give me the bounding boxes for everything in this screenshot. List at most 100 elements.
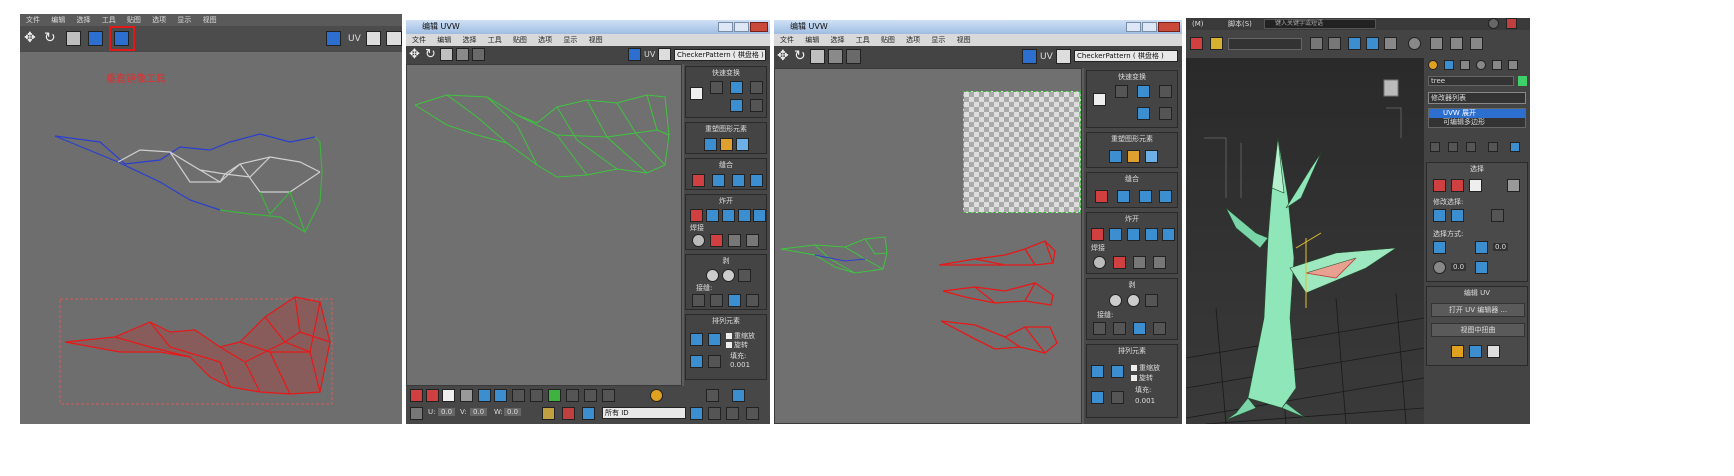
explode-a-icon[interactable] bbox=[690, 209, 703, 222]
peel-b-icon[interactable] bbox=[722, 269, 735, 282]
menu-options[interactable]: 选项 bbox=[152, 16, 166, 24]
relax-icon[interactable] bbox=[1127, 150, 1140, 163]
menu-edit[interactable]: 编辑 bbox=[805, 36, 819, 44]
uv-viewport[interactable] bbox=[774, 68, 1082, 424]
weld-b-icon[interactable] bbox=[1113, 256, 1126, 269]
move-icon[interactable]: ✥ bbox=[24, 31, 39, 46]
padding-value[interactable]: 0.001 bbox=[1135, 397, 1155, 405]
snap-icon[interactable] bbox=[732, 389, 745, 402]
remove-modifier-icon[interactable] bbox=[1488, 142, 1498, 152]
arrange-b-icon[interactable] bbox=[708, 333, 721, 346]
zoom-icon[interactable] bbox=[708, 407, 721, 420]
menu-display[interactable]: 显示 bbox=[563, 36, 577, 44]
select-poly-icon[interactable] bbox=[442, 389, 455, 402]
selection-set-dropdown[interactable] bbox=[1228, 38, 1302, 50]
rotate-checkbox[interactable] bbox=[1131, 375, 1137, 381]
flatten-icon[interactable] bbox=[736, 138, 749, 151]
object-name-field[interactable]: tree bbox=[1428, 76, 1514, 86]
explode-a-icon[interactable] bbox=[1091, 228, 1104, 241]
arrange-c-icon[interactable] bbox=[1091, 391, 1104, 404]
rescale-checkbox[interactable] bbox=[726, 333, 732, 339]
rescale-checkbox[interactable] bbox=[1131, 365, 1137, 371]
arrange-a-icon[interactable] bbox=[690, 333, 703, 346]
close-button[interactable] bbox=[750, 22, 768, 32]
id-filter-dropdown[interactable]: 所有 ID bbox=[602, 407, 686, 419]
select-element-icon[interactable] bbox=[460, 389, 473, 402]
modifier-list-dropdown[interactable]: 修改器列表 bbox=[1428, 92, 1526, 104]
menu-edit[interactable]: 编辑 bbox=[437, 36, 451, 44]
poly-select-icon[interactable] bbox=[1469, 179, 1482, 192]
align-map-icon[interactable] bbox=[1487, 345, 1500, 358]
uv-channel-icon[interactable] bbox=[326, 31, 341, 46]
rotate-icon[interactable]: ↻ bbox=[794, 48, 806, 64]
menu-options[interactable]: 选项 bbox=[906, 36, 920, 44]
render-setup-icon[interactable] bbox=[1430, 37, 1443, 50]
grow-icon[interactable] bbox=[478, 389, 491, 402]
seam-b-icon[interactable] bbox=[1113, 322, 1126, 335]
stack-item-editable-poly[interactable]: 可编辑多边形 bbox=[1429, 118, 1525, 127]
peel-a-icon[interactable] bbox=[1109, 294, 1122, 307]
peel-a-icon[interactable] bbox=[706, 269, 719, 282]
layer-icon[interactable] bbox=[1348, 37, 1361, 50]
undo-icon[interactable] bbox=[1190, 37, 1203, 50]
quick-planar-icon[interactable] bbox=[1451, 345, 1464, 358]
scale-icon[interactable] bbox=[810, 49, 825, 64]
edge-select-icon[interactable] bbox=[1451, 179, 1464, 192]
peel-c-icon[interactable] bbox=[1145, 294, 1158, 307]
rotate-neg-icon[interactable] bbox=[1137, 107, 1150, 120]
show-end-icon[interactable] bbox=[1448, 142, 1458, 152]
brush-icon[interactable] bbox=[562, 407, 575, 420]
lock-icon[interactable] bbox=[584, 389, 597, 402]
close-icon[interactable] bbox=[1506, 18, 1517, 29]
minimize-button[interactable] bbox=[1126, 22, 1141, 32]
straighten-icon[interactable] bbox=[704, 138, 717, 151]
w-value[interactable]: 0.0 bbox=[504, 408, 522, 416]
menu-edit[interactable]: 编辑 bbox=[51, 16, 65, 24]
seam-c-icon[interactable] bbox=[728, 294, 741, 307]
ignore-backface-icon[interactable] bbox=[1475, 241, 1488, 254]
modify-tab-icon[interactable] bbox=[1444, 60, 1454, 70]
weld-c-icon[interactable] bbox=[1133, 256, 1146, 269]
mirror-icon[interactable] bbox=[846, 49, 861, 64]
xy-icon[interactable] bbox=[706, 389, 719, 402]
rotate-icon[interactable]: ↻ bbox=[44, 31, 59, 46]
explode-d-icon[interactable] bbox=[738, 209, 751, 222]
shrink-icon[interactable] bbox=[494, 389, 507, 402]
weld-b-icon[interactable] bbox=[710, 234, 723, 247]
freeform-icon[interactable] bbox=[456, 48, 469, 61]
explode-b-icon[interactable] bbox=[1109, 228, 1122, 241]
stitch-d-icon[interactable] bbox=[1159, 190, 1172, 203]
sew-icon[interactable] bbox=[1475, 261, 1488, 274]
help-icon[interactable] bbox=[1488, 18, 1499, 29]
menu-file[interactable]: 文件 bbox=[26, 16, 40, 24]
soft-select-icon[interactable] bbox=[548, 389, 561, 402]
select-edge-icon[interactable] bbox=[426, 389, 439, 402]
explode-e-icon[interactable] bbox=[1162, 228, 1175, 241]
quick-transform-icon[interactable] bbox=[690, 87, 703, 100]
pin-stack-icon[interactable] bbox=[1430, 142, 1440, 152]
menu-select[interactable]: 选择 bbox=[76, 16, 90, 24]
rotate-neg-icon[interactable] bbox=[730, 99, 743, 112]
menu-options[interactable]: 选项 bbox=[538, 36, 552, 44]
stitch-c-icon[interactable] bbox=[1139, 190, 1152, 203]
scale-icon[interactable] bbox=[66, 31, 81, 46]
align-v-icon[interactable] bbox=[1159, 107, 1172, 120]
menu-mapping[interactable]: 贴图 bbox=[127, 16, 141, 24]
tweak-in-view-button[interactable]: 视图中扭曲 bbox=[1431, 323, 1525, 337]
list-icon[interactable] bbox=[1056, 49, 1071, 64]
straighten-icon[interactable] bbox=[1109, 150, 1122, 163]
weld-a-icon[interactable] bbox=[692, 234, 705, 247]
zoom-extents-icon[interactable] bbox=[746, 407, 759, 420]
vertex-select-icon[interactable] bbox=[1433, 179, 1446, 192]
make-unique-icon[interactable] bbox=[1466, 142, 1476, 152]
absolute-icon[interactable] bbox=[410, 407, 423, 420]
move-icon[interactable]: ✥ bbox=[409, 47, 420, 62]
explode-d-icon[interactable] bbox=[1145, 228, 1158, 241]
menu-mapping[interactable]: 贴图 bbox=[881, 36, 895, 44]
minimize-button[interactable] bbox=[718, 22, 733, 32]
loop-icon[interactable] bbox=[512, 389, 525, 402]
freeform-icon[interactable] bbox=[88, 31, 103, 46]
stitch-d-icon[interactable] bbox=[750, 174, 763, 187]
menu-file[interactable]: 文件 bbox=[780, 36, 794, 44]
explode-c-icon[interactable] bbox=[722, 209, 735, 222]
